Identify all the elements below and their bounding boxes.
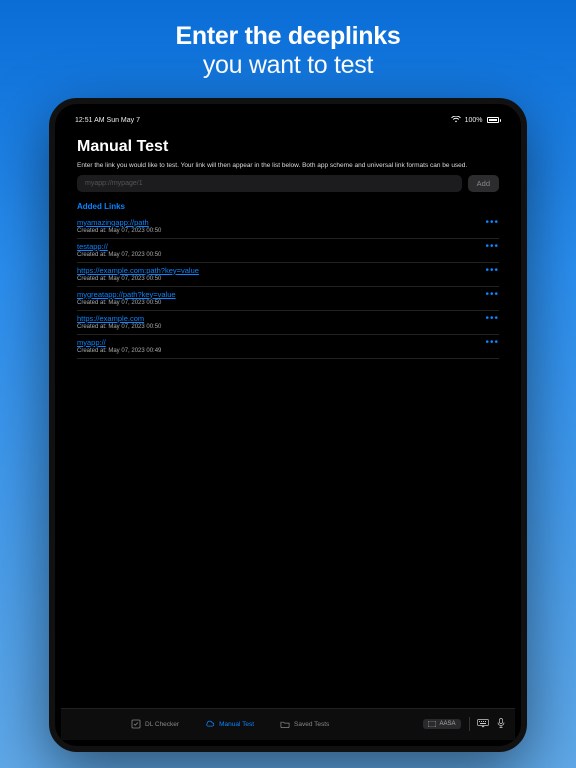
link-meta: Created at: May 07, 2023 00:50 [77, 252, 161, 258]
link-row[interactable]: https://example.com:path?key=valueCreate… [77, 263, 499, 287]
link-url[interactable]: mygreatapp://path?key=value [77, 290, 176, 299]
tab-dl-checker[interactable]: DL Checker [131, 719, 179, 729]
link-meta: Created at: May 07, 2023 00:50 [77, 300, 176, 306]
more-icon[interactable]: ••• [485, 290, 499, 298]
tabs: DL Checker Manual Test Saved Tests [131, 719, 329, 729]
tab-saved-tests[interactable]: Saved Tests [280, 719, 329, 729]
link-row[interactable]: https://example.comCreated at: May 07, 2… [77, 311, 499, 335]
link-meta: Created at: May 07, 2023 00:50 [77, 324, 161, 330]
more-icon[interactable]: ••• [485, 242, 499, 250]
keyboard-icon[interactable] [477, 719, 489, 730]
checklist-icon [131, 719, 141, 729]
mic-icon[interactable] [497, 718, 505, 731]
promo-line1: Enter the deeplinks [176, 22, 401, 51]
deeplink-input[interactable] [77, 175, 462, 192]
link-meta: Created at: May 07, 2023 00:50 [77, 276, 199, 282]
status-right: 100% [451, 116, 501, 125]
more-icon[interactable]: ••• [485, 266, 499, 274]
link-row[interactable]: mygreatapp://path?key=valueCreated at: M… [77, 287, 499, 311]
link-main: https://example.comCreated at: May 07, 2… [77, 314, 161, 330]
folder-icon [280, 719, 290, 729]
more-icon[interactable]: ••• [485, 218, 499, 226]
device-frame: 12:51 AM Sun May 7 100% Manual Test Ente… [49, 98, 527, 752]
added-links-header: Added Links [77, 202, 499, 211]
more-icon[interactable]: ••• [485, 314, 499, 322]
more-icon[interactable]: ••• [485, 338, 499, 346]
link-meta: Created at: May 07, 2023 00:50 [77, 228, 161, 234]
tab-label: Saved Tests [294, 721, 329, 728]
link-url[interactable]: myapp:// [77, 338, 161, 347]
keyboard-mini-icon [428, 721, 436, 727]
link-list: myamazingapp://pathCreated at: May 07, 2… [77, 215, 499, 359]
link-row[interactable]: myamazingapp://pathCreated at: May 07, 2… [77, 215, 499, 239]
status-bar: 12:51 AM Sun May 7 100% [61, 110, 515, 128]
battery-percent: 100% [465, 117, 483, 124]
aasa-label: AASA [439, 721, 455, 727]
add-button[interactable]: Add [468, 175, 499, 192]
tab-manual-test[interactable]: Manual Test [205, 719, 254, 729]
main-content: Manual Test Enter the link you would lik… [61, 128, 515, 708]
page-title: Manual Test [77, 138, 499, 156]
aasa-button[interactable]: AASA [423, 719, 460, 729]
helper-text: Enter the link you would like to test. Y… [77, 162, 499, 169]
link-main: testapp://Created at: May 07, 2023 00:50 [77, 242, 161, 258]
link-url[interactable]: testapp:// [77, 242, 161, 251]
link-meta: Created at: May 07, 2023 00:49 [77, 348, 161, 354]
cloud-link-icon [205, 719, 215, 729]
link-main: myamazingapp://pathCreated at: May 07, 2… [77, 218, 161, 234]
link-url[interactable]: https://example.com [77, 314, 161, 323]
input-row: Add [77, 175, 499, 192]
link-main: https://example.com:path?key=valueCreate… [77, 266, 199, 282]
status-time: 12:51 AM Sun May 7 [75, 117, 140, 124]
link-row[interactable]: myapp://Created at: May 07, 2023 00:49 ••… [77, 335, 499, 359]
link-main: mygreatapp://path?key=valueCreated at: M… [77, 290, 176, 306]
link-row[interactable]: testapp://Created at: May 07, 2023 00:50… [77, 239, 499, 263]
screen: 12:51 AM Sun May 7 100% Manual Test Ente… [61, 110, 515, 740]
tab-bar: DL Checker Manual Test Saved Tests [61, 708, 515, 740]
link-url[interactable]: https://example.com:path?key=value [77, 266, 199, 275]
divider [469, 717, 470, 731]
link-main: myapp://Created at: May 07, 2023 00:49 [77, 338, 161, 354]
battery-icon [487, 117, 502, 123]
wifi-icon [451, 116, 461, 125]
tab-label: Manual Test [219, 721, 254, 728]
link-url[interactable]: myamazingapp://path [77, 218, 161, 227]
tab-label: DL Checker [145, 721, 179, 728]
promo-heading: Enter the deeplinks you want to test [176, 22, 401, 80]
promo-line2: you want to test [176, 51, 401, 80]
keyboard-extras: AASA [423, 717, 505, 731]
